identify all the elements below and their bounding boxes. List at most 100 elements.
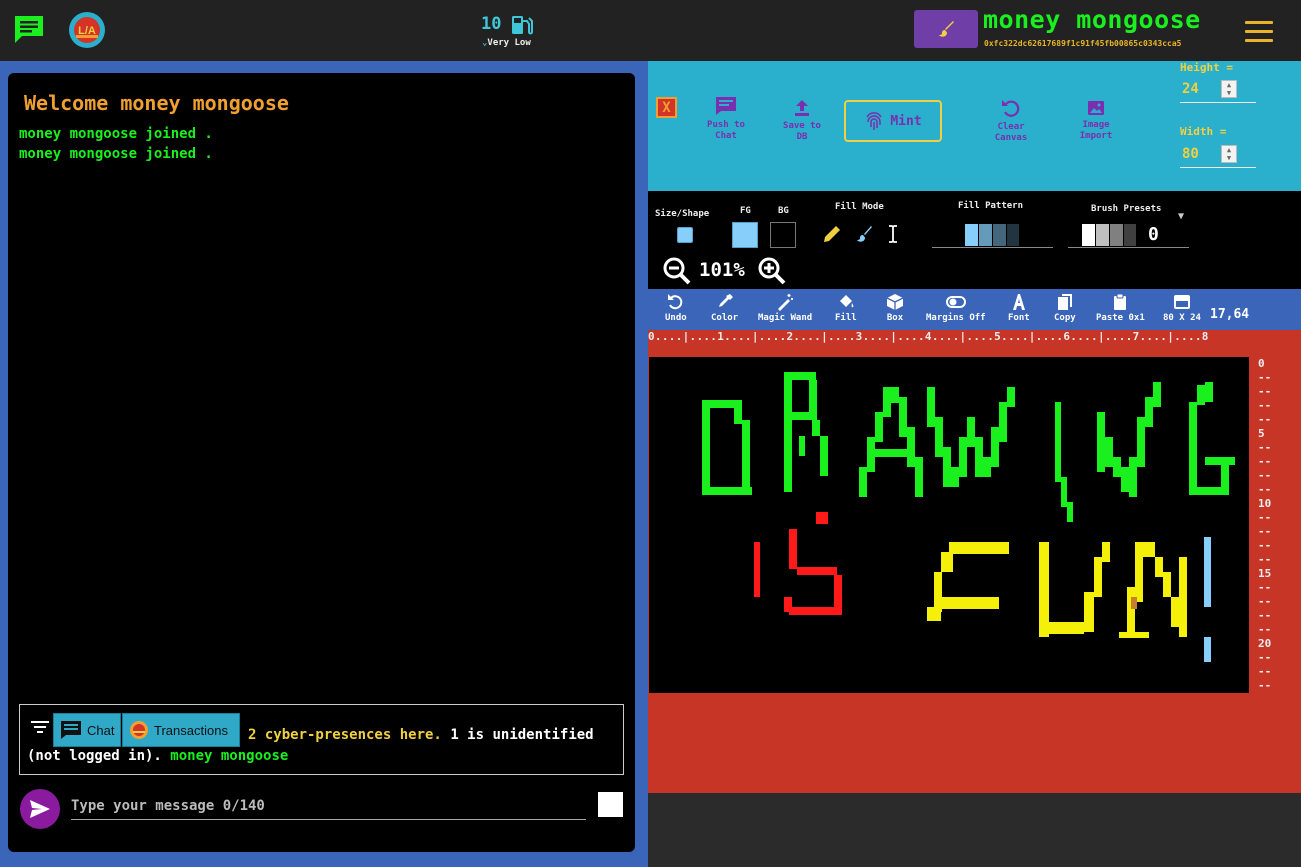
box-button[interactable]: Box xyxy=(886,293,904,323)
fill-button[interactable]: Fill xyxy=(835,293,857,323)
bg-color-swatch[interactable] xyxy=(770,222,796,248)
canvas-pixel xyxy=(1204,637,1211,662)
ruler-side-tick: -- xyxy=(1258,455,1272,468)
username: money mongoose xyxy=(983,5,1201,34)
ruler-side-tick: -- xyxy=(1258,623,1272,636)
width-value: 80 xyxy=(1182,146,1199,162)
canvas-pixel xyxy=(1127,587,1135,637)
canvas-pixel xyxy=(1131,597,1137,609)
zoom-level: 101% xyxy=(699,259,745,281)
width-input[interactable]: 80 ▲ ▼ xyxy=(1180,142,1256,168)
canvas-pixel xyxy=(871,449,911,457)
canvas-pixel xyxy=(951,467,959,487)
hamburger-menu-icon[interactable] xyxy=(1245,21,1273,43)
height-input[interactable]: 24 ▲ ▼ xyxy=(1180,77,1256,103)
emoji-toggle[interactable] xyxy=(598,792,623,817)
fg-color-swatch[interactable] xyxy=(732,222,758,248)
canvas-pixel xyxy=(934,597,999,609)
zoom-in-icon[interactable] xyxy=(758,257,786,289)
filter-icon[interactable] xyxy=(30,719,50,735)
gas-level: ⌄Very Low xyxy=(482,38,531,48)
height-stepper[interactable]: ▲ ▼ xyxy=(1221,80,1237,98)
brush-icon[interactable] xyxy=(855,225,873,247)
chat-logo-icon[interactable] xyxy=(13,14,45,44)
canvas-pixel xyxy=(991,427,999,467)
ruler-side-tick: 10 xyxy=(1258,497,1272,510)
send-button[interactable] xyxy=(20,789,60,829)
canvas-pixel xyxy=(859,467,867,497)
grid-size-icon xyxy=(1173,295,1190,309)
chevron-down-icon[interactable]: ▼ xyxy=(1178,211,1184,222)
tab-chat[interactable]: Chat xyxy=(53,713,121,747)
canvas-pixel xyxy=(907,427,915,467)
canvas-pixel xyxy=(983,457,991,477)
chat-message: money mongoose joined . xyxy=(19,146,213,162)
message-input[interactable] xyxy=(71,793,586,820)
ruler-side-tick: -- xyxy=(1258,665,1272,678)
canvas-pixel xyxy=(1163,572,1171,597)
ruler-side-tick: -- xyxy=(1258,651,1272,664)
send-icon xyxy=(30,800,50,818)
canvas-pixel xyxy=(1155,557,1163,577)
zoom-out-icon[interactable] xyxy=(663,257,691,289)
drawing-canvas[interactable] xyxy=(649,357,1249,693)
brush-presets-label: Brush Presets xyxy=(1091,204,1162,214)
image-icon xyxy=(1088,101,1104,115)
tab-transactions[interactable]: Transactions xyxy=(122,713,240,747)
upload-icon xyxy=(795,100,809,116)
canvas-pixel xyxy=(702,400,742,408)
copy-button[interactable]: Copy xyxy=(1054,293,1076,323)
brush-shape-swatch[interactable] xyxy=(677,227,693,243)
ruler-side-tick: -- xyxy=(1258,399,1272,412)
pencil-icon[interactable] xyxy=(823,225,841,247)
save-to-db-button[interactable]: Save to DB xyxy=(776,99,828,143)
margins-icon xyxy=(945,296,966,308)
brush-presets-select[interactable]: 0 xyxy=(1068,222,1189,248)
canvas-pixel xyxy=(875,412,883,442)
undo-icon xyxy=(667,294,683,310)
canvas-pixel xyxy=(1097,412,1105,472)
footer-area xyxy=(648,793,1301,867)
canvas-pixel xyxy=(1145,397,1153,427)
paste-button[interactable]: Paste 0x1 xyxy=(1096,293,1145,323)
ruler-side-tick: -- xyxy=(1258,385,1272,398)
editor-actions: X Push to Chat Save to DB Mint Clear Can… xyxy=(648,61,1301,191)
canvas-pixel xyxy=(784,597,792,612)
canvas-pixel xyxy=(789,529,797,569)
canvas-size-button[interactable]: 80 X 24 xyxy=(1163,293,1201,323)
canvas-pixel xyxy=(1179,557,1187,637)
presence-count: 2 cyber-presences here. xyxy=(248,727,442,743)
push-to-chat-button[interactable]: Push to Chat xyxy=(698,96,754,142)
fill-pattern-select[interactable] xyxy=(932,222,1053,248)
margins-toggle-button[interactable]: Margins Off xyxy=(926,293,986,323)
font-button[interactable]: Font xyxy=(1008,293,1030,323)
chat-window: Welcome money mongoose money mongoose jo… xyxy=(8,73,635,852)
canvas-pixel xyxy=(1153,382,1161,407)
coin-logo-icon[interactable]: L/A xyxy=(68,11,106,49)
width-label: Width = xyxy=(1180,125,1227,138)
gas-indicator: 10 xyxy=(481,14,533,35)
chat-panel: Welcome money mongoose money mongoose jo… xyxy=(0,61,648,867)
canvas-pixel xyxy=(734,408,742,424)
canvas-pixel xyxy=(799,436,805,456)
ruler-side-tick: -- xyxy=(1258,413,1272,426)
ruler-side-tick: -- xyxy=(1258,483,1272,496)
fill-mode-label: Fill Mode xyxy=(835,202,884,212)
clear-canvas-button[interactable]: Clear Canvas xyxy=(983,98,1039,144)
image-import-button[interactable]: Image Import xyxy=(1068,100,1124,142)
font-icon xyxy=(1012,294,1025,310)
canvas-pixel xyxy=(1137,417,1145,467)
undo-button[interactable]: Undo xyxy=(665,293,687,323)
mint-button[interactable]: Mint xyxy=(844,100,942,142)
canvas-pixel xyxy=(943,447,951,487)
canvas-pixel xyxy=(1061,477,1067,507)
width-stepper[interactable]: ▲ ▼ xyxy=(1221,145,1237,163)
text-cursor-icon[interactable] xyxy=(887,224,899,248)
brush-button[interactable] xyxy=(914,10,978,48)
ruler-side-tick: -- xyxy=(1258,371,1272,384)
close-button[interactable]: X xyxy=(656,97,677,118)
magic-wand-button[interactable]: Magic Wand xyxy=(758,293,812,323)
canvas-pixel xyxy=(816,512,828,524)
canvas-pixel xyxy=(1135,542,1143,602)
color-picker-button[interactable]: Color xyxy=(711,293,738,323)
